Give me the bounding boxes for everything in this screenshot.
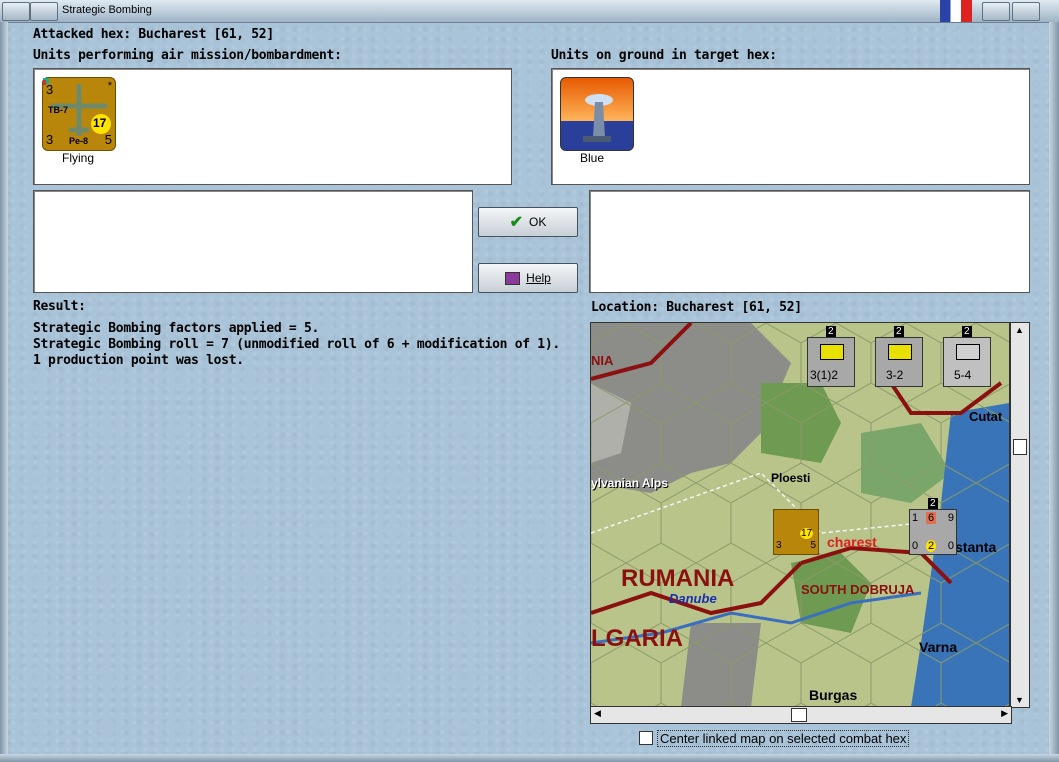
close-button[interactable]	[1012, 2, 1040, 21]
air-unit-attack: 3	[46, 132, 54, 147]
map-naval-counter[interactable]: 2 1 6 9 0 2 0	[909, 498, 957, 555]
location-label: Location: Bucharest [61, 52]	[591, 300, 802, 315]
map-plane-defense: 5	[810, 540, 816, 551]
naval-stack: 2	[928, 498, 938, 509]
collapse-button[interactable]	[30, 2, 58, 21]
counter-2-strength: 3-2	[886, 368, 904, 382]
minimize-button[interactable]	[982, 2, 1010, 21]
counter-1-stack: 2	[826, 326, 836, 337]
air-unit-name: TB-7	[48, 105, 68, 115]
counter-3-stack: 2	[962, 326, 972, 337]
map-label-ploesti: Ploesti	[771, 471, 811, 485]
counter-3-strength: 5-4	[954, 368, 972, 382]
defender-detail-box	[589, 190, 1030, 293]
map-label-danube: Danube	[669, 591, 717, 606]
ground-unit-caption: Blue	[579, 151, 605, 165]
naval-bm: 2	[926, 540, 937, 552]
frame-right	[1049, 22, 1059, 762]
infantry-symbol-icon	[820, 344, 844, 360]
map-counter-1[interactable]: 2 3(1)2	[807, 326, 855, 387]
map-plane-strength: 17	[800, 528, 814, 539]
air-units-list[interactable]: 3 * TB-7 17 Pe-8 3 5 Flying	[33, 68, 512, 185]
map-counter-2[interactable]: 2 3-2	[875, 326, 923, 387]
air-unit-range: 3	[46, 82, 54, 97]
result-line-3: 1 production point was lost.	[33, 353, 244, 368]
air-unit-caption: Flying	[61, 151, 94, 165]
dialog-window: Strategic Bombing Attacked hex: Buchares…	[0, 0, 1059, 762]
center-map-checkbox[interactable]	[639, 731, 653, 745]
counter-2-stack: 2	[894, 326, 904, 337]
map-plane-attack: 3	[776, 540, 782, 551]
ground-units-list[interactable]: Blue	[551, 68, 1030, 185]
naval-right: 9	[947, 512, 954, 524]
ground-units-label: Units on ground in target hex:	[551, 48, 777, 63]
mountain-symbol-icon	[888, 344, 912, 360]
ground-unit-counter[interactable]	[560, 77, 634, 151]
air-unit-counter[interactable]: 3 * TB-7 17 Pe-8 3 5	[41, 77, 116, 151]
naval-left: 1	[912, 512, 919, 524]
map-horizontal-scrollbar[interactable]: ◀ ▶	[590, 706, 1012, 724]
map-plane-counter[interactable]: 17 3 5	[773, 509, 819, 555]
attacker-detail-box	[33, 190, 473, 293]
help-book-icon	[505, 271, 521, 285]
location-map[interactable]: NIA ylvanian Alps Ploesti charest RUMANI…	[590, 322, 1010, 708]
naval-bl: 0	[912, 540, 919, 552]
map-label-alps: ylvanian Alps	[591, 476, 668, 490]
title-bar[interactable]: Strategic Bombing	[0, 0, 1059, 23]
checkmark-icon: ✔	[509, 214, 524, 231]
result-line-2: Strategic Bombing roll = 7 (unmodified r…	[33, 337, 560, 352]
frame-left	[0, 22, 8, 762]
attacked-hex-label: Attacked hex: Bucharest [61, 52]	[33, 27, 274, 42]
scroll-down-icon[interactable]: ▼	[1015, 695, 1024, 705]
naval-mid: 6	[926, 512, 937, 524]
result-line-1: Strategic Bombing factors applied = 5.	[33, 321, 320, 336]
map-label-bulgaria: LGARIA	[591, 625, 683, 652]
air-unit-strength: 17	[93, 116, 107, 130]
counter-1-strength: 3(1)2	[810, 368, 839, 382]
result-text: Strategic Bombing factors applied = 5. S…	[33, 321, 560, 369]
map-counter-3[interactable]: 2 5-4	[943, 326, 991, 387]
alpine-symbol-icon	[956, 344, 980, 360]
center-map-label[interactable]: Center linked map on selected combat hex	[657, 730, 910, 747]
result-label: Result:	[33, 299, 86, 314]
map-label-cutat: Cutat	[969, 409, 1003, 424]
scroll-left-icon[interactable]: ◀	[594, 708, 601, 719]
map-label-varna: Varna	[919, 639, 958, 655]
france-flag-icon	[940, 0, 972, 22]
scroll-up-icon[interactable]: ▲	[1015, 325, 1024, 335]
window-menu-button[interactable]	[2, 2, 30, 21]
ok-label: OK	[529, 215, 547, 229]
factory-icon	[583, 94, 613, 142]
window-title: Strategic Bombing	[62, 4, 152, 16]
ok-button[interactable]: ✔ OK	[478, 207, 578, 237]
map-label-constanta: stanta	[955, 539, 997, 555]
map-label-burgas: Burgas	[809, 687, 858, 703]
map-label-rumania: RUMANIA	[621, 565, 735, 592]
map-vertical-scrollbar[interactable]: ▲ ▼	[1010, 322, 1030, 708]
frame-bottom	[0, 754, 1059, 762]
help-button[interactable]: Help	[478, 263, 578, 293]
horizontal-scroll-thumb[interactable]	[791, 708, 807, 722]
air-units-label: Units performing air mission/bombardment…	[33, 48, 342, 63]
air-unit-star: *	[107, 80, 112, 92]
air-unit-model: Pe-8	[69, 136, 89, 146]
map-label-south-dobruja: SOUTH DOBRUJA	[801, 582, 915, 597]
help-label: Help	[526, 271, 551, 285]
air-unit-defense: 5	[104, 132, 112, 147]
vertical-scroll-thumb[interactable]	[1013, 439, 1027, 455]
scroll-right-icon[interactable]: ▶	[1001, 708, 1008, 719]
map-label-rumania-top: NIA	[591, 353, 614, 368]
naval-br: 0	[947, 540, 954, 552]
map-label-bucharest: charest	[827, 534, 877, 550]
